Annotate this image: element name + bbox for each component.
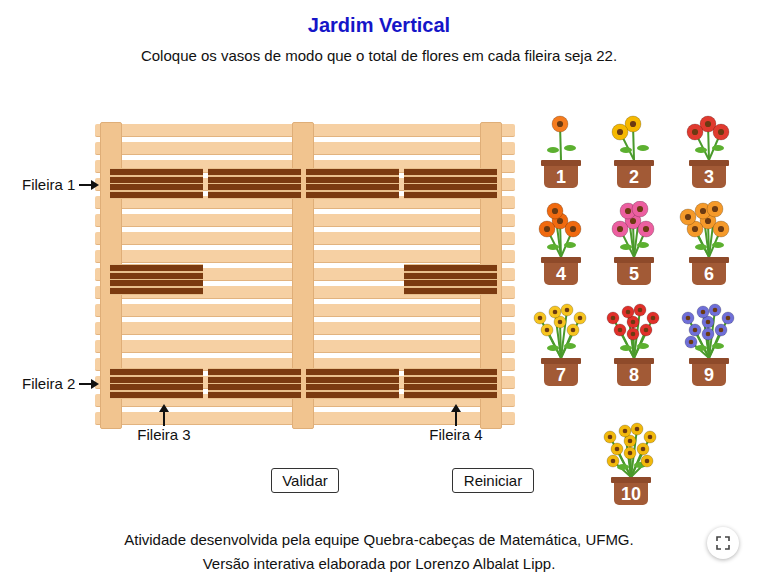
fullscreen-button[interactable] [707,527,739,559]
flowers-icon [595,421,667,477]
pot-slot[interactable] [306,168,399,199]
arrow-up-icon [451,404,461,426]
pot-number: 5 [629,263,639,285]
arrow-right-icon [79,379,99,389]
pot-number: 3 [704,166,714,188]
flower-pot[interactable]: 8 [598,302,670,386]
row-label: Fileira 1 [22,176,99,194]
pot-slot[interactable] [404,168,497,199]
validate-button[interactable]: Validar [271,468,339,493]
flowers-icon [673,104,745,160]
fullscreen-icon [716,536,730,550]
row-label: Fileira 2 [22,375,99,393]
flower-pot[interactable]: 9 [673,302,745,386]
flowers-icon [525,302,597,358]
flowers-icon [673,302,745,358]
pot-slot[interactable] [110,264,203,295]
pot-slot[interactable] [404,368,497,399]
page-title: Jardim Vertical [308,11,450,39]
row-label-text: Fileira 1 [22,176,75,194]
arrow-up-icon [159,404,169,426]
flower-pot[interactable]: 3 [673,104,745,188]
flowers-icon [525,104,597,160]
pot-number: 10 [621,483,641,505]
flower-pot[interactable]: 7 [525,302,597,386]
row-label: Fileira 3 [134,404,194,444]
pot-slot[interactable] [404,264,497,295]
flower-pot[interactable]: 1 [525,104,597,188]
flower-pot[interactable]: 6 [673,201,745,285]
row-label-text: Fileira 4 [429,426,482,444]
pot-number: 1 [556,166,566,188]
flower-pot[interactable]: 10 [595,421,667,505]
pot-number: 6 [704,263,714,285]
pallet [95,124,515,425]
pot-slot[interactable] [110,168,203,199]
pot-number: 8 [629,364,639,386]
pot-number: 4 [556,263,566,285]
footer-text: Versão interativa elaborada por Lorenzo … [203,552,556,576]
pot-slot[interactable] [306,368,399,399]
row-label-text: Fileira 3 [137,426,190,444]
flowers-icon [525,201,597,257]
row-label: Fileira 4 [426,404,486,444]
pot-slot[interactable] [208,368,301,399]
pot-number: 2 [629,166,639,188]
flower-pot[interactable]: 2 [598,104,670,188]
instruction: Coloque os vasos de modo que o total de … [141,46,617,66]
flower-pot[interactable]: 4 [525,201,597,285]
game-board: Fileira 1 Fileira 2 Fileira 3 Fileira 4 1 2 3… [0,66,758,528]
arrow-right-icon [79,180,99,190]
pot-slot[interactable] [110,368,203,399]
pot-number: 9 [704,364,714,386]
row-label-text: Fileira 2 [22,375,75,393]
pot-slot[interactable] [208,168,301,199]
pot-number: 7 [556,364,566,386]
flower-pot[interactable]: 5 [598,201,670,285]
flowers-icon [598,201,670,257]
footer-text: Atividade desenvolvida pela equipe Quebr… [124,528,633,552]
reset-button[interactable]: Reiniciar [452,468,534,493]
flowers-icon [598,302,670,358]
flowers-icon [673,201,745,257]
flowers-icon [598,104,670,160]
